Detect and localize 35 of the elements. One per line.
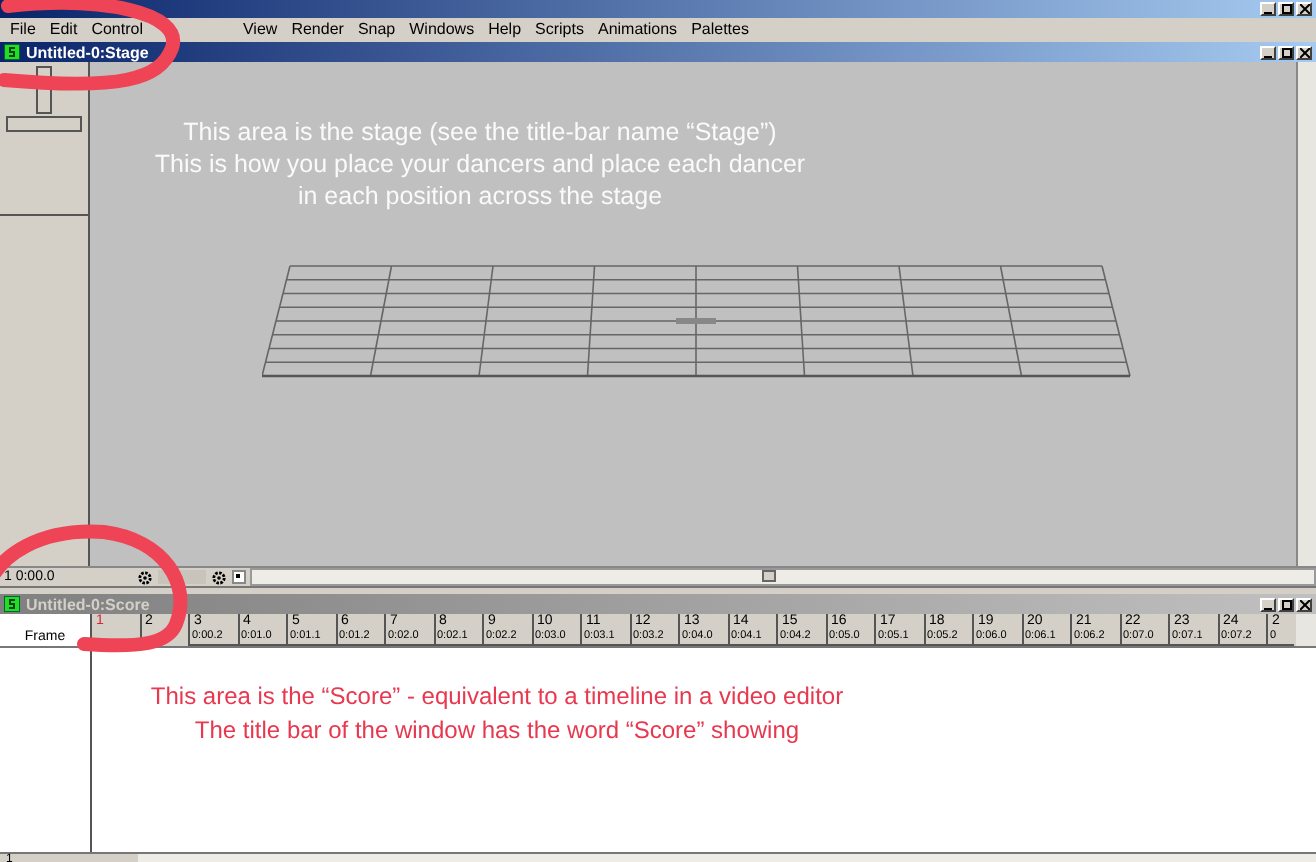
menu-item[interactable]: Render xyxy=(291,20,344,40)
menu-item[interactable]: Animations xyxy=(597,20,678,40)
gear-icon[interactable] xyxy=(136,569,154,585)
close-button[interactable] xyxy=(1296,2,1312,16)
slider-track[interactable] xyxy=(6,116,82,132)
menu-item[interactable]: Control xyxy=(91,20,143,40)
vertical-scrollbar[interactable] xyxy=(1296,614,1316,646)
window-title: Untitled-0:Stage xyxy=(26,43,149,61)
menu-item[interactable]: Snap xyxy=(357,20,396,40)
menu-item[interactable]: View xyxy=(242,20,278,40)
maximize-button[interactable] xyxy=(1278,597,1294,611)
score-annotation: This area is the “Score” - equivalent to a timeline in a video editor The title bar of the window has the word “Score” showing xyxy=(148,680,846,748)
vertical-scrollbar[interactable] xyxy=(1296,62,1316,566)
slider-handle[interactable] xyxy=(36,66,52,114)
minimize-button[interactable] xyxy=(1260,597,1276,611)
maximize-button[interactable] xyxy=(1278,45,1294,59)
stage-annotation: This area is the stage (see the title-bar name “Stage”) This is how you place your dancers and place each dancer in each position across the stage xyxy=(152,116,808,212)
app-icon xyxy=(4,596,20,612)
gear-icon[interactable] xyxy=(210,569,228,585)
app-icon xyxy=(4,44,20,60)
scroll-arrow-button[interactable] xyxy=(232,570,246,584)
window-title: Untitled-0:Score xyxy=(26,595,150,613)
close-button[interactable] xyxy=(1296,597,1312,611)
menu-item[interactable]: Windows xyxy=(409,20,475,40)
menu-item[interactable]: Scripts xyxy=(535,20,584,40)
menu-item[interactable]: File xyxy=(10,20,36,40)
menu-item[interactable]: Edit xyxy=(49,20,78,40)
minimize-button[interactable] xyxy=(1260,2,1276,16)
scroll-thumb[interactable] xyxy=(762,570,776,582)
horizontal-scrollbar[interactable] xyxy=(250,568,1316,586)
close-button[interactable] xyxy=(1296,45,1312,59)
menu-item[interactable]: Help xyxy=(488,20,522,40)
minimize-button[interactable] xyxy=(1260,45,1276,59)
menu-item[interactable]: Palettes xyxy=(691,20,749,40)
maximize-button[interactable] xyxy=(1278,2,1294,16)
